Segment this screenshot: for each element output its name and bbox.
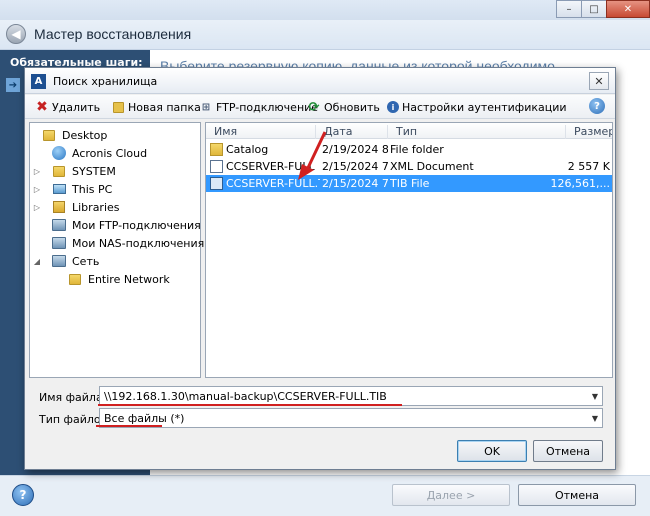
tree-item-label: Acronis Cloud xyxy=(72,146,148,160)
tree-item-nas-connections[interactable]: Мои NAS-подключения xyxy=(42,235,204,251)
column-type[interactable]: Тип xyxy=(388,125,566,139)
ftp-connection-button[interactable]: ⊞ FTP-подключение xyxy=(199,99,318,115)
filetype-annotation-underline xyxy=(96,425,162,427)
computer-icon xyxy=(52,183,66,196)
maximize-button[interactable]: □ xyxy=(581,0,607,18)
ok-button[interactable]: OK xyxy=(457,440,527,462)
file-list-header: Имя Дата Тип Размер xyxy=(206,123,612,139)
network-icon xyxy=(52,255,66,268)
wizard-cancel-button[interactable]: Отмена xyxy=(518,484,636,506)
current-step-arrow-icon: ➔ xyxy=(6,78,20,92)
dialog-close-button[interactable]: ✕ xyxy=(589,72,609,90)
folder-icon xyxy=(111,100,125,114)
wizard-title: Мастер восстановления xyxy=(34,26,192,42)
column-size[interactable]: Размер xyxy=(566,125,612,139)
file-row-ccserver-full-tib[interactable]: CCSERVER-FULL.TIB 2/15/2024 7:... TIB Fi… xyxy=(206,175,612,192)
tree-item-this-pc[interactable]: ▷ This PC xyxy=(32,181,112,197)
document-icon xyxy=(210,160,223,173)
file-list: Имя Дата Тип Размер Catalog 2/19/2024 8:… xyxy=(205,122,613,378)
back-arrow-icon[interactable]: ◀ xyxy=(6,24,26,44)
delete-button[interactable]: ✖ Удалить xyxy=(35,99,100,115)
filename-combobox[interactable]: \\192.168.1.30\manual-backup\CCSERVER-FU… xyxy=(99,386,603,406)
dialog-titlebar: A Поиск хранилища ✕ xyxy=(25,68,615,94)
delete-label: Удалить xyxy=(52,100,101,114)
tree-item-entire-network[interactable]: Entire Network xyxy=(58,271,170,287)
file-row-catalog[interactable]: Catalog 2/19/2024 8:... File folder xyxy=(206,141,612,158)
auth-settings-button[interactable]: i Настройки аутентификации xyxy=(387,99,567,115)
acronis-logo-icon: A xyxy=(31,74,46,89)
filename-value: \\192.168.1.30\manual-backup\CCSERVER-FU… xyxy=(104,390,387,403)
tree-item-label: This PC xyxy=(72,182,113,196)
info-icon: i xyxy=(387,101,399,113)
chevron-down-icon[interactable]: ▼ xyxy=(592,392,598,401)
file-row-ccserver-full-xml[interactable]: CCSERVER-FULL 2/15/2024 7:... XML Docume… xyxy=(206,158,612,175)
expand-arrow-icon[interactable]: ▷ xyxy=(32,203,42,212)
minimize-button[interactable]: – xyxy=(556,0,582,18)
help-icon[interactable]: ? xyxy=(12,484,34,506)
wizard-footer: ? Далее > Отмена xyxy=(0,475,650,516)
tree-item-libraries[interactable]: ▷ Libraries xyxy=(32,199,120,215)
refresh-icon: ⟳ xyxy=(308,99,320,115)
auth-settings-label: Настройки аутентификации xyxy=(402,100,567,114)
ftp-label: FTP-подключение xyxy=(216,100,319,114)
file-size: 2 557 K xyxy=(567,160,610,173)
network-icon xyxy=(52,237,66,250)
next-button[interactable]: Далее > xyxy=(392,484,510,506)
ftp-icon: ⊞ xyxy=(201,101,211,113)
close-window-button[interactable]: ✕ xyxy=(606,0,650,18)
tree-item-system[interactable]: ▷ SYSTEM xyxy=(32,163,116,179)
tree-item-label: Entire Network xyxy=(88,272,170,286)
folder-icon xyxy=(42,129,56,142)
tree-item-label: Libraries xyxy=(72,200,120,214)
tree-item-acronis-cloud[interactable]: Acronis Cloud xyxy=(42,145,147,161)
file-type: XML Document xyxy=(390,160,474,173)
tree-item-label: SYSTEM xyxy=(72,164,116,178)
filetype-value: Все файлы (*) xyxy=(104,412,185,425)
file-type: TIB File xyxy=(390,177,430,190)
dialog-title: Поиск хранилища xyxy=(53,75,158,88)
chevron-down-icon[interactable]: ▼ xyxy=(592,414,598,423)
new-folder-button[interactable]: Новая папка xyxy=(111,99,201,115)
file-size: 126,561,... xyxy=(550,177,610,190)
tree-item-label: Сеть xyxy=(72,254,100,268)
dialog-toolbar: ✖ Удалить Новая папка ⊞ FTP-подключение … xyxy=(25,95,615,119)
delete-icon: ✖ xyxy=(36,99,48,115)
annotation-arrow-icon xyxy=(298,131,327,180)
tib-file-icon xyxy=(210,177,223,190)
library-icon xyxy=(52,201,66,214)
cloud-icon xyxy=(52,146,66,160)
refresh-button[interactable]: ⟳ Обновить xyxy=(307,99,380,115)
tree-item-label: Мои FTP-подключения xyxy=(72,218,201,232)
tree-item-ftp-connections[interactable]: Мои FTP-подключения xyxy=(42,217,201,233)
tree-item-network[interactable]: ◢ Сеть xyxy=(32,253,99,269)
file-type: File folder xyxy=(390,143,444,156)
folder-tree: Desktop Acronis Cloud ▷ SYSTEM ▷ This PC… xyxy=(29,122,204,378)
expand-arrow-icon[interactable]: ▷ xyxy=(32,185,42,194)
new-folder-label: Новая папка xyxy=(128,100,201,114)
folder-icon xyxy=(68,273,82,286)
tree-item-desktop[interactable]: Desktop xyxy=(32,127,107,143)
filetype-combobox[interactable]: Все файлы (*) ▼ xyxy=(99,408,603,428)
annotation-arrow-head xyxy=(298,164,314,180)
filename-annotation-underline xyxy=(98,404,402,406)
network-icon xyxy=(52,219,66,232)
dialog-cancel-button[interactable]: Отмена xyxy=(533,440,603,462)
wizard-header: ◀ Мастер восстановления xyxy=(0,20,650,50)
filename-label: Имя файла: xyxy=(39,391,107,404)
annotation-arrow-shaft xyxy=(304,131,327,173)
toolbar-help-icon[interactable]: ? xyxy=(589,98,605,114)
expand-arrow-icon[interactable]: ▷ xyxy=(32,167,42,176)
tree-item-label: Desktop xyxy=(62,128,108,142)
window-buttons: – □ ✕ xyxy=(556,0,650,20)
folder-icon xyxy=(210,143,223,156)
folder-icon xyxy=(52,165,66,178)
tree-item-label: Мои NAS-подключения xyxy=(72,236,205,250)
collapse-arrow-icon[interactable]: ◢ xyxy=(32,257,42,266)
refresh-label: Обновить xyxy=(324,100,380,114)
